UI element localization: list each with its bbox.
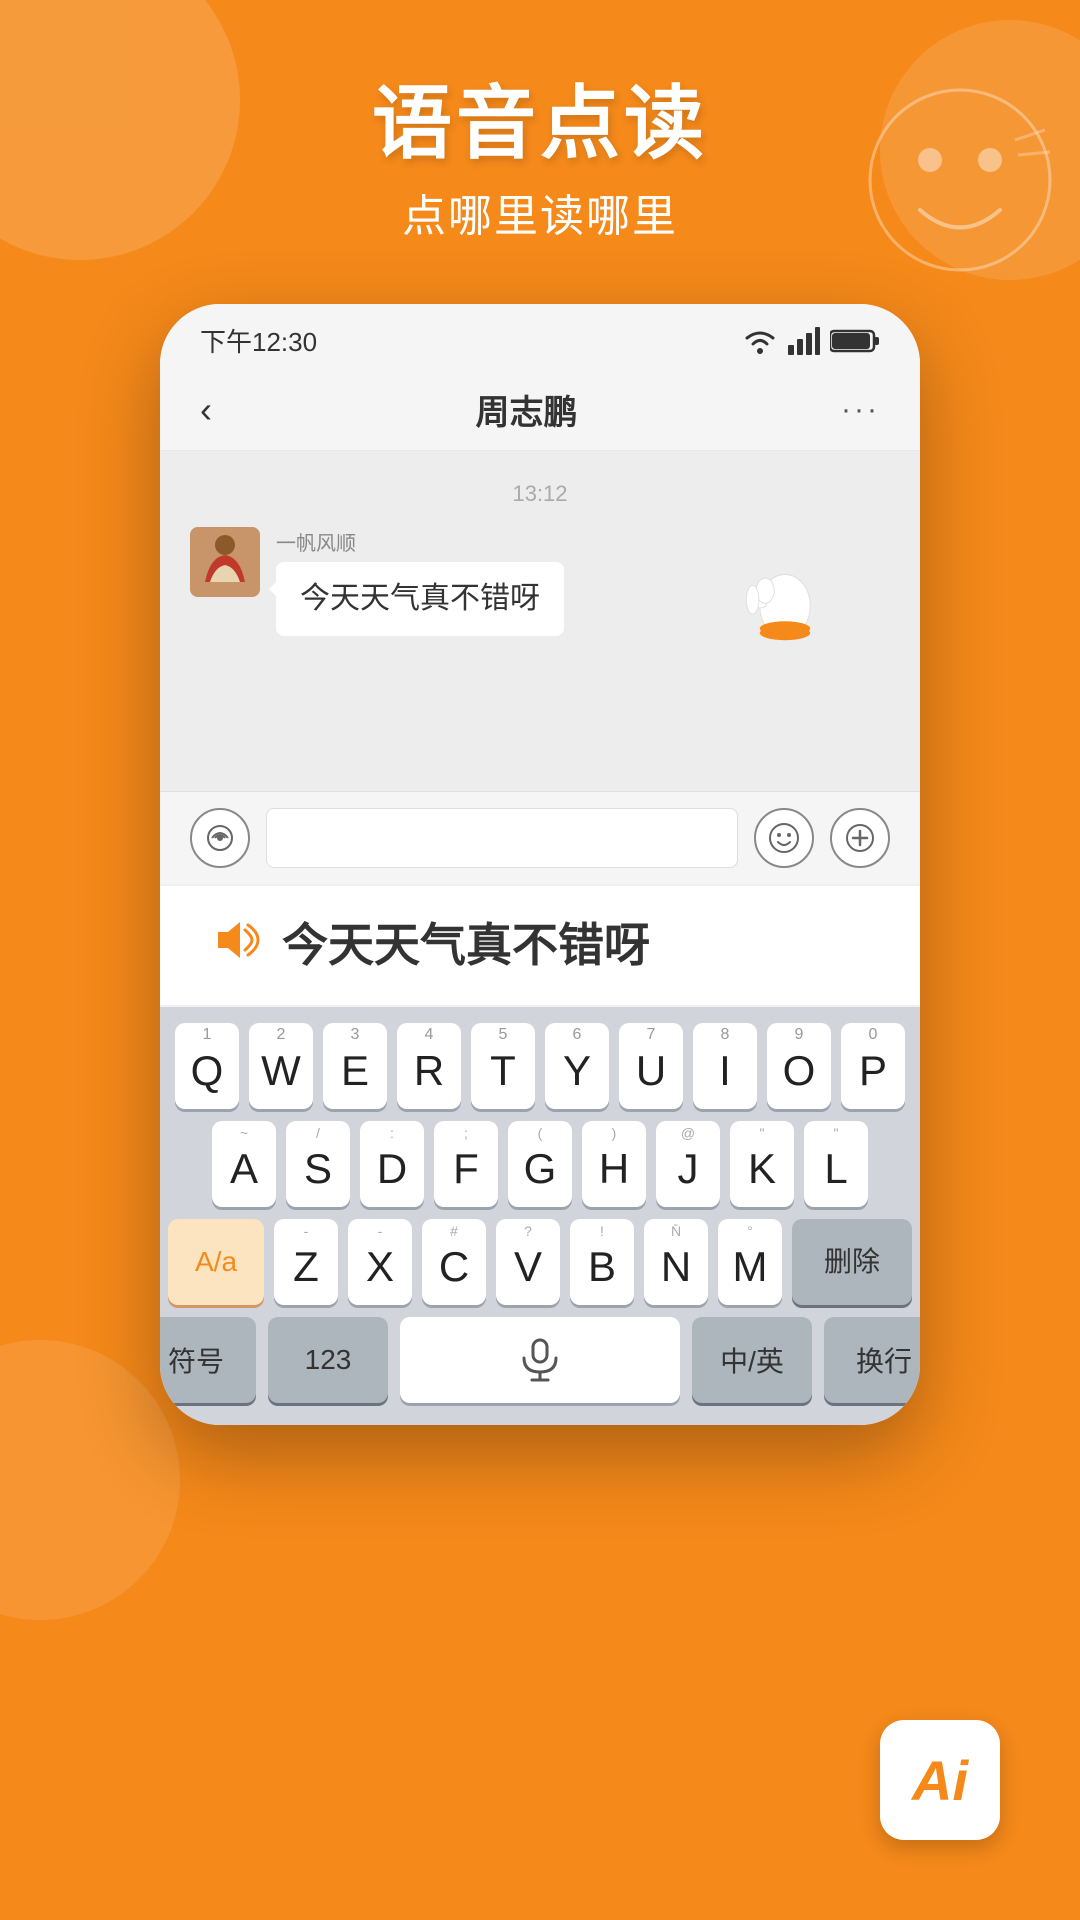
key-u[interactable]: 7U <box>619 1023 683 1109</box>
lang-label: 中/英 <box>720 1340 784 1380</box>
key-d[interactable]: :D <box>360 1121 424 1207</box>
key-n[interactable]: N̄N <box>644 1219 708 1305</box>
tts-icon <box>210 914 262 977</box>
chat-body: 13:12 一帆风顺 今天天气真不错呀 <box>160 451 920 791</box>
battery-icon <box>830 328 880 354</box>
text-input[interactable] <box>266 808 738 868</box>
sub-title: 点哪里读哪里 <box>0 180 1080 244</box>
message-bubble[interactable]: 今天天气真不错呀 <box>276 562 564 636</box>
key-delete[interactable]: 删除 <box>792 1219 912 1305</box>
message-column: 一帆风顺 今天天气真不错呀 <box>276 527 564 636</box>
chat-timestamp: 13:12 <box>190 481 890 507</box>
chat-title: 周志鹏 <box>476 385 578 434</box>
key-j[interactable]: @J <box>656 1121 720 1207</box>
emoji-button[interactable] <box>754 808 814 868</box>
chat-message-row: 一帆风顺 今天天气真不错呀 <box>190 527 890 636</box>
mic-icon <box>520 1338 560 1382</box>
phone-wrapper: 下午12:30 <box>160 304 920 1425</box>
key-r[interactable]: 4R <box>397 1023 461 1109</box>
plus-icon <box>845 823 875 853</box>
key-enter[interactable]: 换行 <box>824 1317 920 1403</box>
key-s[interactable]: /S <box>286 1121 350 1207</box>
status-bar: 下午12:30 <box>160 304 920 369</box>
key-w[interactable]: 2W <box>249 1023 313 1109</box>
sender-name: 一帆风顺 <box>276 527 564 556</box>
emoji-icon <box>768 822 800 854</box>
key-v[interactable]: ?V <box>496 1219 560 1305</box>
bg-circle-bl <box>0 1340 180 1620</box>
key-symbols[interactable]: 符号 <box>160 1317 256 1403</box>
key-k[interactable]: "K <box>730 1121 794 1207</box>
wifi-icon <box>742 327 778 355</box>
chat-input-bar <box>160 791 920 884</box>
enter-label: 换行 <box>856 1340 912 1380</box>
status-icons <box>742 327 880 355</box>
key-caps[interactable]: A/a <box>168 1219 264 1305</box>
key-g[interactable]: (G <box>508 1121 572 1207</box>
symbols-label: 符号 <box>168 1340 224 1380</box>
key-f[interactable]: ;F <box>434 1121 498 1207</box>
voice-icon <box>206 824 234 852</box>
ai-badge: Ai <box>880 1720 1000 1840</box>
key-lang[interactable]: 中/英 <box>692 1317 812 1403</box>
chat-header: ‹ 周志鹏 ··· <box>160 369 920 451</box>
phone-mockup: 下午12:30 <box>160 304 920 1425</box>
key-a[interactable]: ~A <box>212 1121 276 1207</box>
key-b[interactable]: !B <box>570 1219 634 1305</box>
tts-bar[interactable]: 今天天气真不错呀 <box>160 884 920 1007</box>
plus-button[interactable] <box>830 808 890 868</box>
key-p[interactable]: 0P <box>841 1023 905 1109</box>
key-t[interactable]: 5T <box>471 1023 535 1109</box>
key-y[interactable]: 6Y <box>545 1023 609 1109</box>
main-title: 语音点读 <box>0 80 1080 168</box>
tts-text: 今天天气真不错呀 <box>282 918 650 973</box>
key-q[interactable]: 1Q <box>175 1023 239 1109</box>
key-z[interactable]: -Z <box>274 1219 338 1305</box>
avatar <box>190 527 260 597</box>
message-text: 今天天气真不错呀 <box>300 582 540 615</box>
key-row-1: 1Q 2W 3E 4R 5T 6Y 7U 8I 9O 0P <box>170 1023 910 1109</box>
speaker-icon <box>210 914 262 966</box>
key-o[interactable]: 9O <box>767 1023 831 1109</box>
key-c[interactable]: #C <box>422 1219 486 1305</box>
header-section: 语音点读 点哪里读哪里 <box>0 0 1080 244</box>
key-m[interactable]: °M <box>718 1219 782 1305</box>
numbers-label: 123 <box>305 1344 352 1376</box>
key-numbers[interactable]: 123 <box>268 1317 388 1403</box>
back-button[interactable]: ‹ <box>200 389 212 431</box>
key-i[interactable]: 8I <box>693 1023 757 1109</box>
pointing-hand <box>740 546 830 666</box>
voice-button[interactable] <box>190 808 250 868</box>
keyboard: 1Q 2W 3E 4R 5T 6Y 7U 8I 9O 0P ~A /S :D ;… <box>160 1007 920 1425</box>
key-row-bottom: 符号 123 中/英 换行 <box>170 1317 910 1403</box>
status-time: 下午12:30 <box>200 322 317 359</box>
key-row-3: A/a -Z -X #C ?V !B N̄N °M 删除 <box>170 1219 910 1305</box>
more-button[interactable]: ··· <box>841 393 880 427</box>
key-l[interactable]: "L <box>804 1121 868 1207</box>
key-e[interactable]: 3E <box>323 1023 387 1109</box>
key-row-2: ~A /S :D ;F (G )H @J "K "L <box>170 1121 910 1207</box>
signal-icon <box>788 327 820 355</box>
key-x[interactable]: -X <box>348 1219 412 1305</box>
key-h[interactable]: )H <box>582 1121 646 1207</box>
key-mic[interactable] <box>400 1317 680 1403</box>
